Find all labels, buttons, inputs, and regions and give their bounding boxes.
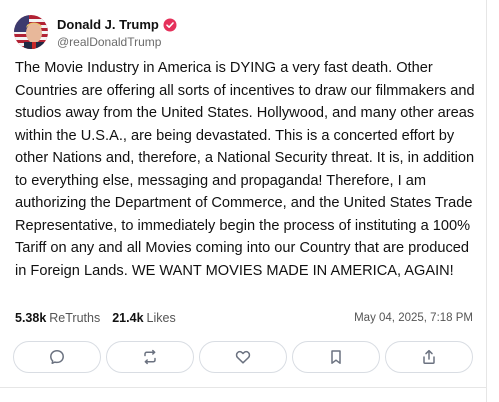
name-row: Donald J. Trump [57, 16, 177, 34]
post-card: Donald J. Trump @realDonaldTrump The Mov… [0, 0, 487, 402]
share-button[interactable] [385, 341, 473, 373]
author-display-name[interactable]: Donald J. Trump [57, 17, 159, 32]
author-names: Donald J. Trump @realDonaldTrump [57, 16, 177, 49]
avatar[interactable] [14, 15, 48, 49]
likes-label[interactable]: Likes [147, 311, 176, 325]
post-text: The Movie Industry in America is DYING a… [15, 60, 475, 279]
share-icon [423, 349, 435, 364]
heart-icon [235, 350, 251, 364]
author-handle[interactable]: @realDonaldTrump [57, 35, 177, 49]
like-button[interactable] [199, 341, 287, 373]
avatar-flag-icon [14, 15, 48, 49]
bookmark-button[interactable] [292, 341, 380, 373]
post-divider [0, 387, 487, 388]
action-bar [13, 341, 473, 373]
post-stats: 5.38k ReTruths 21.4k Likes May 04, 2025,… [15, 310, 473, 326]
bookmark-icon [331, 350, 341, 364]
reply-button[interactable] [13, 341, 101, 373]
retruth-icon [144, 349, 156, 365]
retruths-label[interactable]: ReTruths [49, 311, 100, 325]
retruth-button[interactable] [106, 341, 194, 373]
post-timestamp[interactable]: May 04, 2025, 7:18 PM [354, 312, 473, 324]
verified-badge-icon [163, 18, 177, 32]
reply-icon [50, 350, 64, 365]
likes-count[interactable]: 21.4k [112, 311, 143, 325]
retruths-count[interactable]: 5.38k [15, 311, 46, 325]
post-header: Donald J. Trump @realDonaldTrump [14, 14, 177, 50]
